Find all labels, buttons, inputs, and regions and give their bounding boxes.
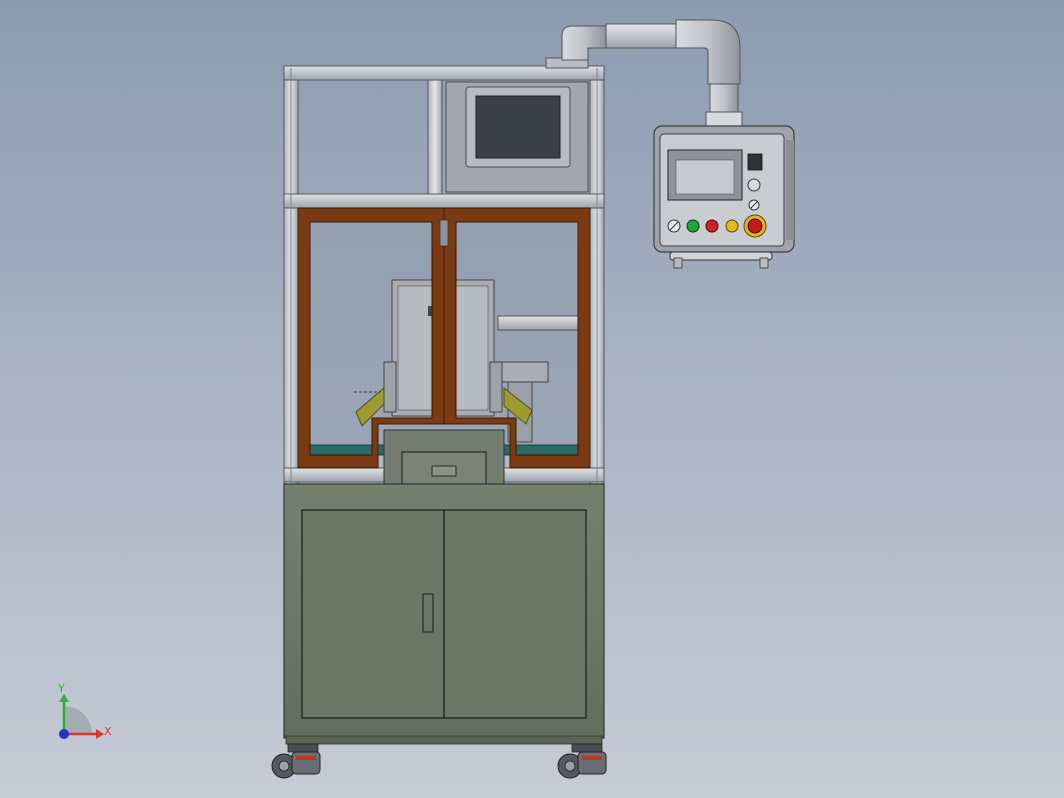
operator-control-box <box>653 125 795 269</box>
stop-button[interactable] <box>705 219 719 233</box>
drawer-module <box>383 429 505 493</box>
cabinet-door-handle[interactable] <box>422 593 434 633</box>
x-axis-label: X <box>104 725 112 738</box>
drawer-handle[interactable] <box>431 465 457 477</box>
inner-cross-rail <box>497 315 579 331</box>
upper-display-unit <box>445 81 589 193</box>
caster-right <box>557 743 607 779</box>
coordinate-triad: X Y <box>57 682 112 739</box>
emergency-stop-button[interactable] <box>747 218 763 234</box>
y-axis-label: Y <box>57 682 65 695</box>
z-axis-dot <box>59 729 69 739</box>
cad-viewport: X Y <box>57 19 795 779</box>
start-button[interactable] <box>686 219 700 233</box>
caster-left <box>271 743 321 779</box>
frame-mid-beam <box>283 193 605 209</box>
reset-button[interactable] <box>725 219 739 233</box>
door-handle[interactable] <box>439 219 449 247</box>
door-assembly <box>297 207 591 469</box>
frame-inner-post <box>427 79 443 195</box>
lower-cabinet <box>283 483 605 745</box>
control-box-handle[interactable] <box>669 251 773 261</box>
indicator-meter <box>747 153 763 171</box>
upper-touch-screen[interactable] <box>475 95 561 159</box>
triad-quadrant-shading <box>64 706 92 734</box>
selector-switch[interactable] <box>747 178 761 192</box>
cabinet-right-door[interactable] <box>443 509 587 719</box>
